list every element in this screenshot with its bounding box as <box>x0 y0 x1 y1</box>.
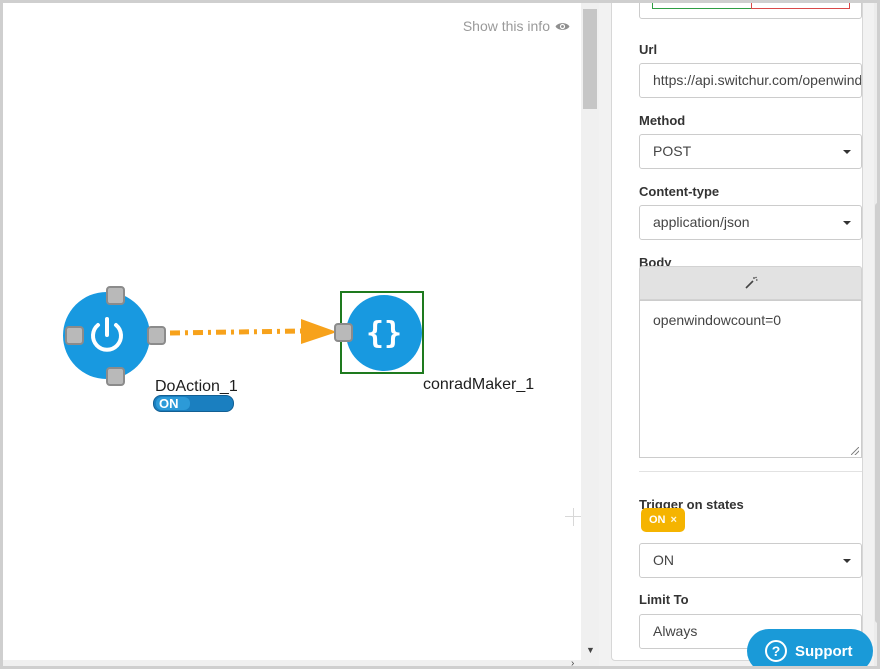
chevron-down-icon <box>843 150 851 154</box>
properties-sidebar: Url https://api.switchur.com/openwindow … <box>599 3 877 666</box>
widget-red-segment <box>751 3 850 9</box>
method-value: POST <box>653 143 692 159</box>
chevron-down-icon <box>843 559 851 563</box>
connector-arrowhead <box>301 319 337 344</box>
chip-remove-icon[interactable]: × <box>671 508 677 532</box>
method-select[interactable]: POST <box>639 134 862 169</box>
curly-braces-icon: {} <box>365 315 403 351</box>
support-button[interactable]: ? Support <box>747 629 873 666</box>
method-label: Method <box>639 113 686 128</box>
content-type-select[interactable]: application/json <box>639 205 862 240</box>
help-icon: ? <box>765 640 787 662</box>
panel-scroll-thumb[interactable] <box>875 203 877 623</box>
app-frame: Show this info DoAction_1 ON {} conradMa… <box>0 0 880 669</box>
flow-canvas[interactable]: Show this info DoAction_1 ON {} conradMa… <box>3 3 583 663</box>
trigger-states-select[interactable]: ON <box>639 543 862 578</box>
doaction-handle-bottom[interactable] <box>106 367 125 386</box>
properties-panel: Url https://api.switchur.com/openwindow … <box>611 3 863 661</box>
body-textarea[interactable]: openwindowcount=0 <box>639 300 862 458</box>
resize-handle-icon[interactable] <box>851 447 859 455</box>
doaction-handle-top[interactable] <box>106 286 125 305</box>
support-label: Support <box>795 642 853 660</box>
limit-to-value: Always <box>653 623 698 639</box>
doaction-handle-right[interactable] <box>147 326 166 345</box>
scroll-right-icon[interactable]: › <box>571 658 574 666</box>
body-format-button[interactable] <box>639 266 862 300</box>
magic-wand-icon <box>744 276 757 289</box>
canvas-vertical-scrollbar[interactable]: ▼ <box>581 3 599 663</box>
scroll-down-icon[interactable]: ▼ <box>586 645 595 655</box>
content-type-label: Content-type <box>639 184 720 199</box>
top-toggle-widget[interactable] <box>639 3 862 19</box>
url-label: Url <box>639 42 658 57</box>
body-text: openwindowcount=0 <box>653 312 782 328</box>
section-divider <box>639 471 862 472</box>
state-pill-label: ON <box>159 396 179 411</box>
chevron-down-icon <box>843 221 851 225</box>
trigger-state-chip[interactable]: ON × <box>641 508 685 532</box>
conradmaker-handle-left[interactable] <box>334 323 353 342</box>
canvas-horizontal-scrollbar[interactable]: › <box>3 658 599 666</box>
limit-to-label: Limit To <box>639 592 689 607</box>
doaction-label: DoAction_1 <box>155 378 238 395</box>
trigger-select-value: ON <box>653 552 674 568</box>
url-input[interactable]: https://api.switchur.com/openwindow <box>639 63 862 98</box>
doaction-state-badge[interactable]: ON <box>153 395 234 412</box>
power-icon <box>91 317 123 352</box>
panel-scrollbar[interactable] <box>874 3 877 666</box>
canvas-scroll-thumb[interactable] <box>583 9 597 109</box>
conradmaker-node[interactable]: {} <box>346 295 422 371</box>
chip-label: ON <box>649 514 666 526</box>
conradmaker-label: conradMaker_1 <box>423 376 535 393</box>
doaction-handle-left[interactable] <box>65 326 84 345</box>
content-type-value: application/json <box>653 214 750 230</box>
